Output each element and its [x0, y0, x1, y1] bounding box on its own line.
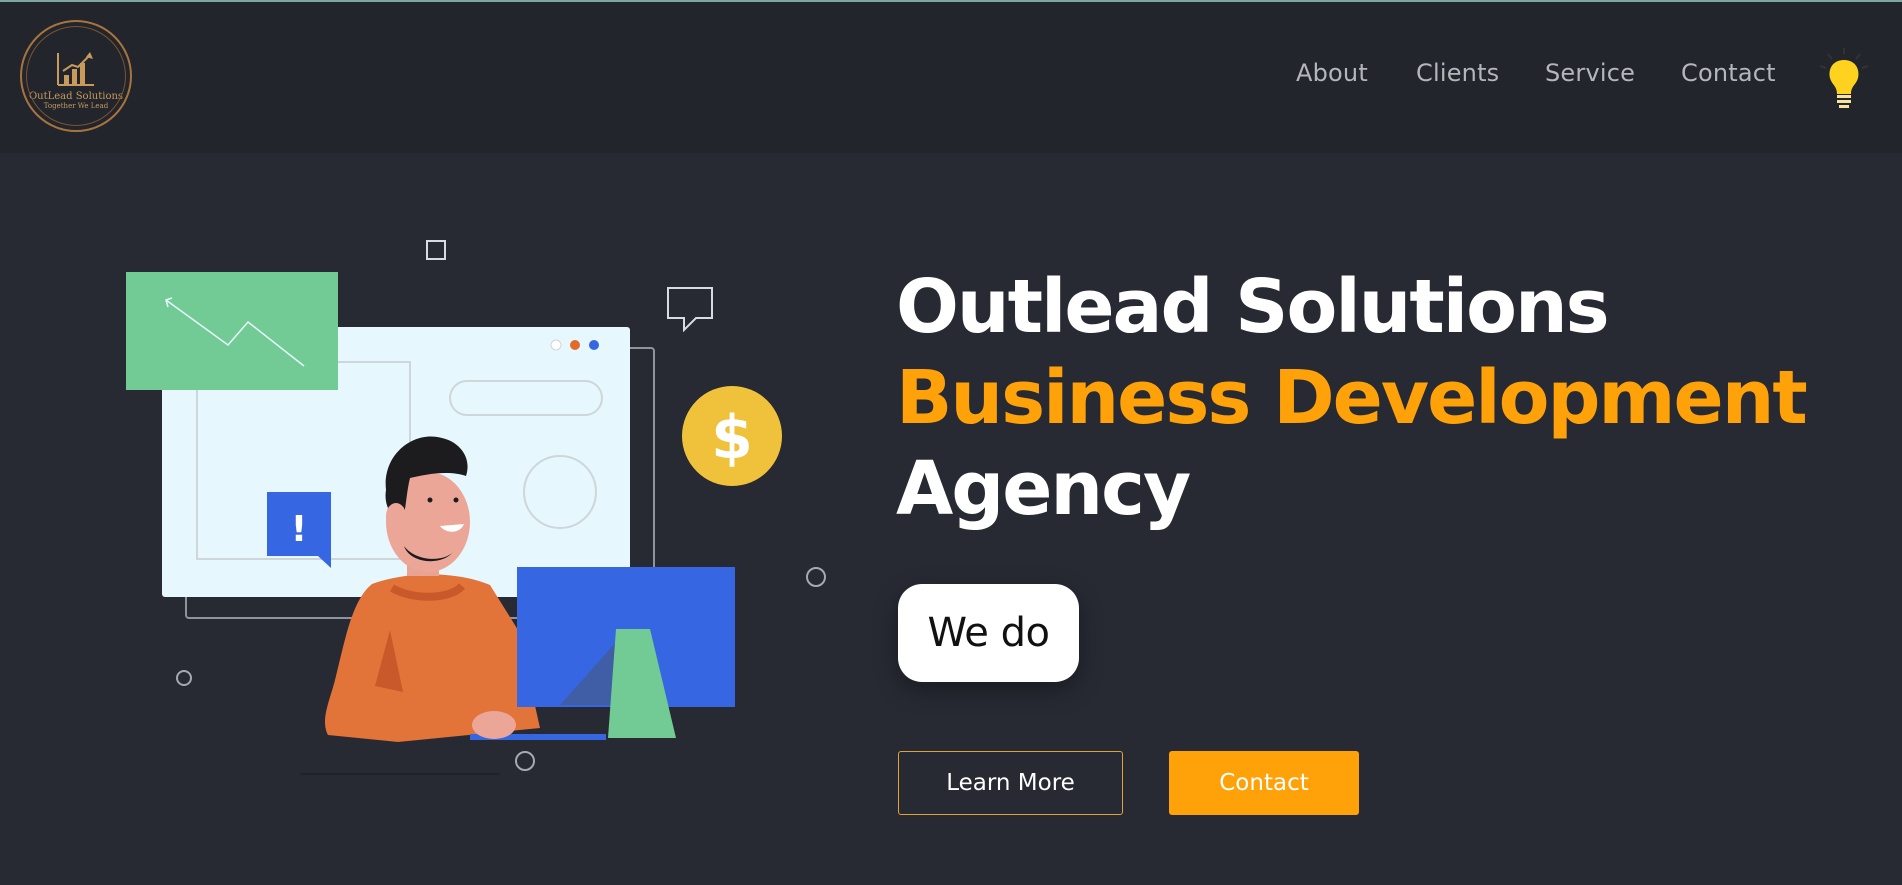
person-ear: [386, 503, 406, 529]
nav-clients[interactable]: Clients: [1416, 59, 1499, 87]
deco-circle-3: [515, 751, 535, 771]
hero-line-agency: Agency: [896, 446, 1191, 532]
speech-bubble: [667, 287, 713, 333]
chart-card: [126, 272, 338, 390]
nav-contact[interactable]: Contact: [1681, 59, 1776, 87]
nav-service[interactable]: Service: [1545, 59, 1635, 87]
deco-circle-2: [176, 670, 192, 686]
deco-circle-1: [806, 567, 826, 587]
nav-about[interactable]: About: [1296, 59, 1368, 87]
logo[interactable]: OutLead Solutions Together We Lead: [20, 20, 132, 132]
hero-title: Outlead Solutions Business Development A…: [896, 262, 1808, 535]
hero-line-company: Outlead Solutions: [896, 264, 1610, 350]
logo-inner-ring: [26, 26, 126, 126]
typed-text-box: We do: [898, 584, 1079, 682]
navbar: OutLead Solutions Together We Lead About…: [0, 2, 1902, 153]
alert-exclamation: !: [291, 509, 307, 550]
window-dot-1: [550, 339, 562, 351]
person-hand: [472, 711, 516, 739]
contact-button[interactable]: Contact: [1169, 751, 1359, 815]
coin-dollar-sign: $: [711, 403, 753, 473]
learn-more-button[interactable]: Learn More: [898, 751, 1123, 815]
window-dot-3: [589, 340, 599, 350]
hero-illustration: $ !: [126, 240, 826, 775]
hero-line-business-development: Business Development: [896, 355, 1808, 441]
deco-square: [426, 240, 446, 260]
lightbulb-icon[interactable]: [1816, 48, 1872, 112]
window-dot-2: [570, 340, 580, 350]
